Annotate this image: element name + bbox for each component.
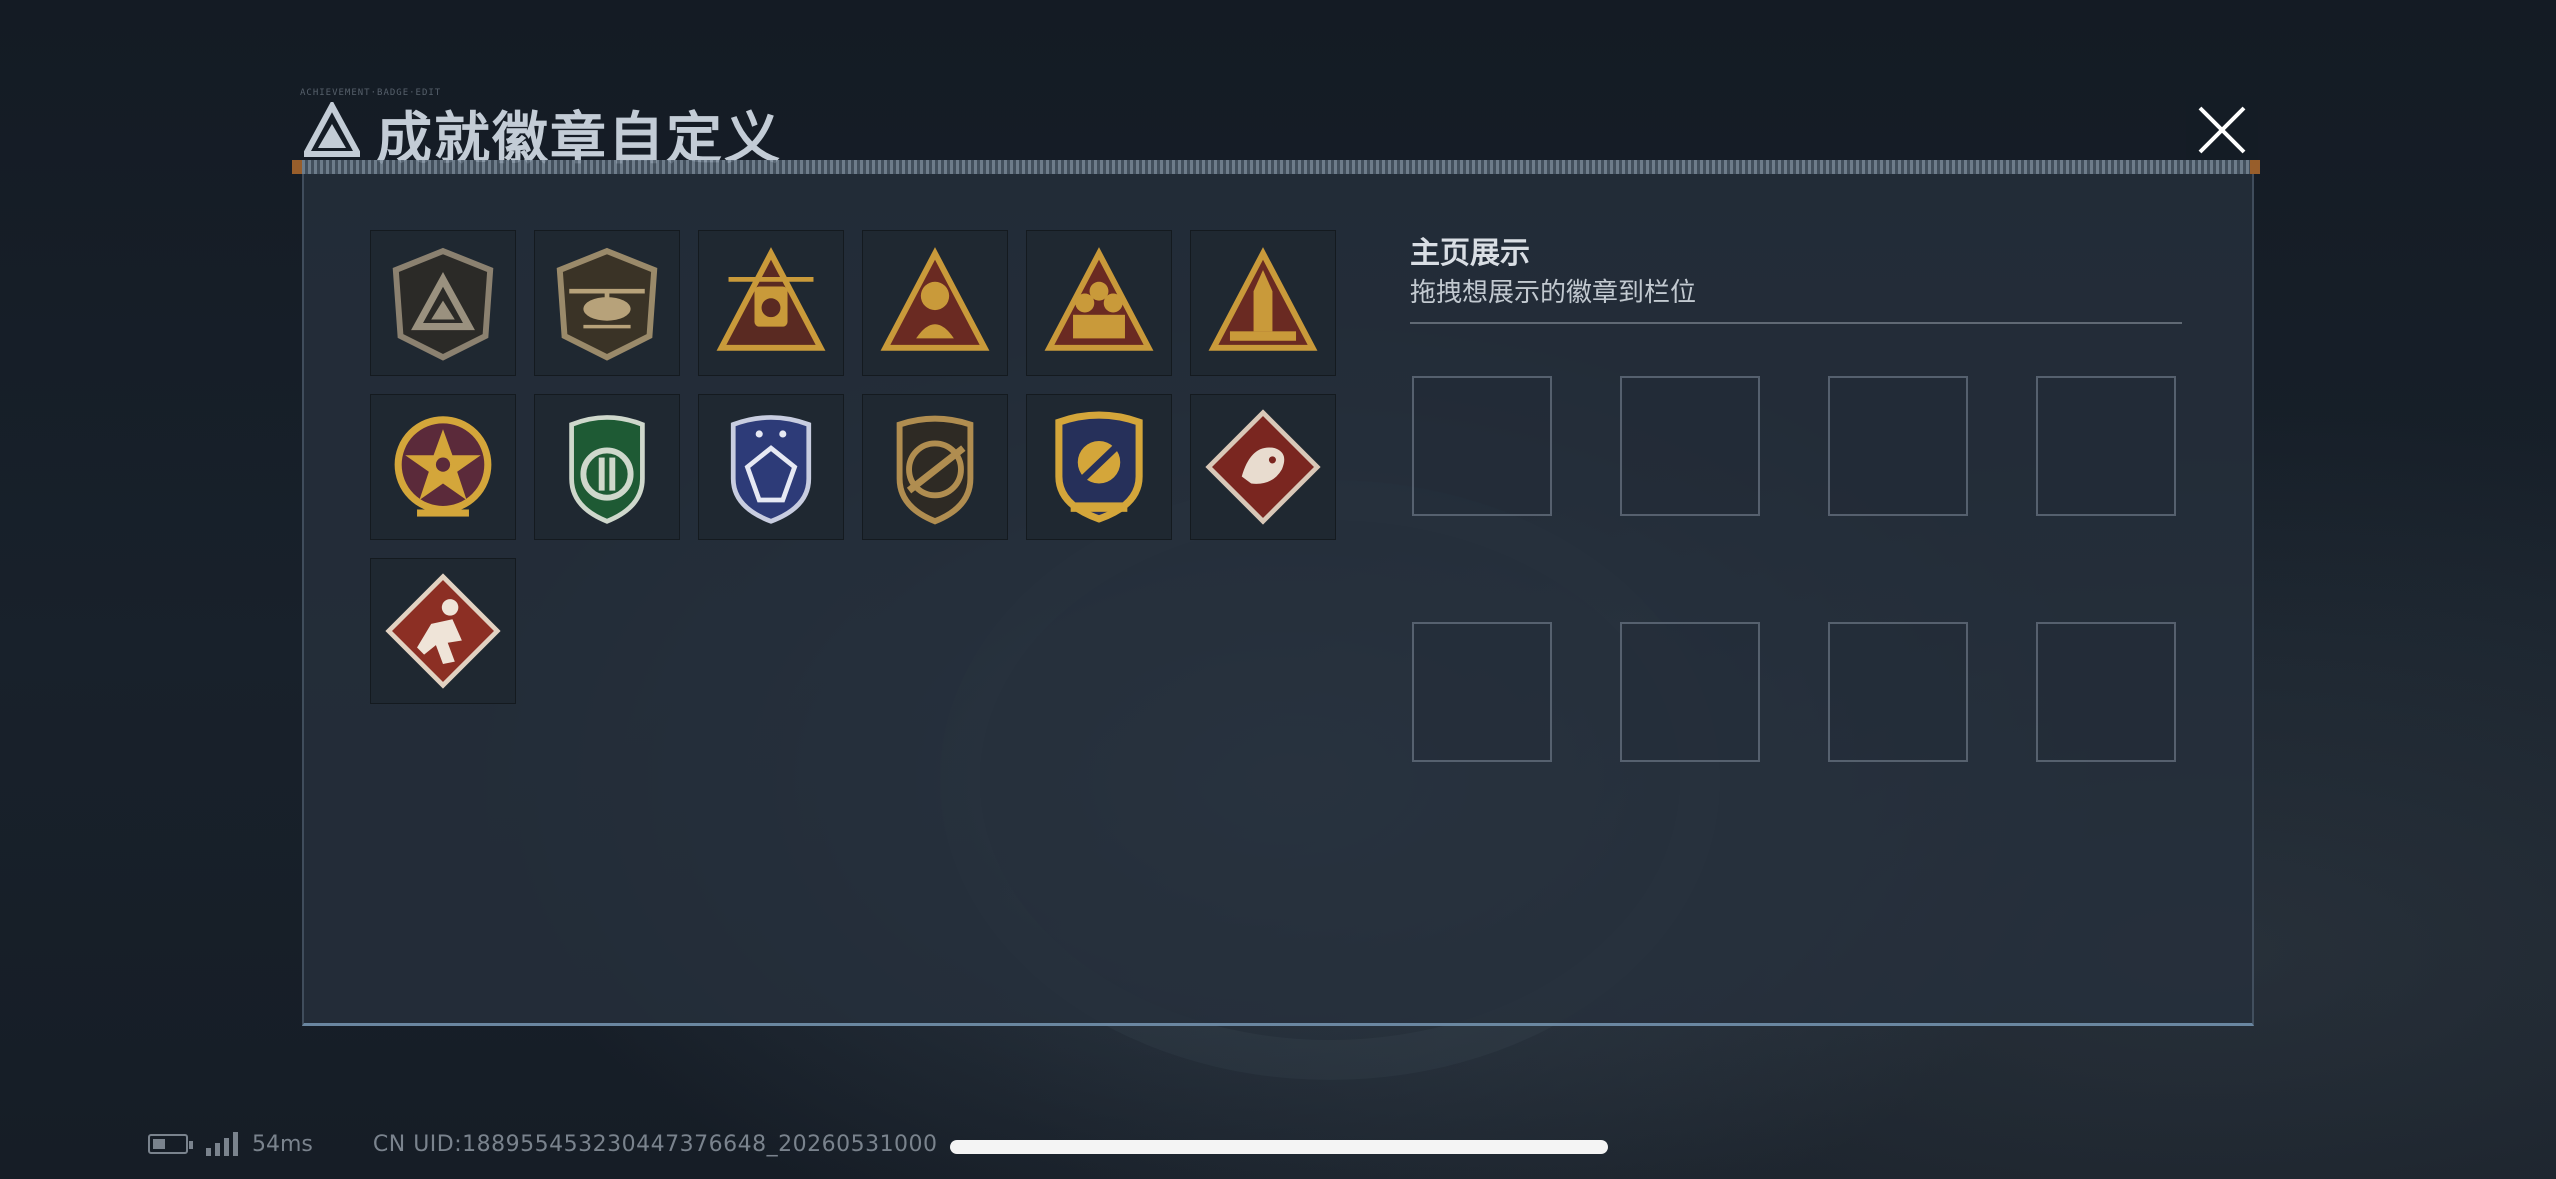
badge-customize-panel: 主页展示 拖拽想展示的徽章到栏位 (302, 174, 2254, 1026)
faction-triangle-badge-icon (392, 247, 494, 361)
showcase-slot-5[interactable] (1412, 622, 1552, 762)
close-icon (2198, 106, 2246, 154)
home-indicator[interactable] (950, 1140, 1608, 1154)
navy-crossed-badge-icon (1055, 411, 1143, 523)
badge-slot-1[interactable] (370, 230, 516, 376)
showcase-slot-3[interactable] (1828, 376, 1968, 516)
showcase-slot-1[interactable] (1412, 376, 1552, 516)
header-divider-bar (292, 160, 2260, 174)
showcase-slots (1412, 376, 2176, 762)
badge-slot-2[interactable] (534, 230, 680, 376)
badge-slot-12[interactable] (1190, 394, 1336, 540)
battery-icon (148, 1134, 193, 1154)
showcase-divider (1410, 322, 2182, 324)
header-bar-end-left (292, 160, 302, 174)
showcase-slot-6[interactable] (1620, 622, 1760, 762)
signal-icon (206, 1132, 238, 1156)
badge-slot-4[interactable] (862, 230, 1008, 376)
rifle-circle-badge-icon (896, 415, 974, 525)
star-compass-badge-icon (394, 416, 492, 517)
dialog-header: ACHIEVEMENT·BADGE·EDIT 成就徽章自定义 (298, 88, 2254, 172)
showcase-slot-8[interactable] (2036, 622, 2176, 762)
helicopter-badge-icon (556, 247, 658, 361)
close-button[interactable] (2186, 96, 2258, 164)
robot-59-badge-icon (716, 247, 826, 351)
badge-slot-9[interactable] (698, 394, 844, 540)
showcase-slot-7[interactable] (1828, 622, 1968, 762)
soldier-portrait-badge-icon (880, 247, 990, 351)
showcase-subtitle: 拖拽想展示的徽章到栏位 (1410, 278, 1697, 308)
status-bar: 54ms CN UID:1889554532304473766​48_20260… (148, 1128, 938, 1160)
badge-slot-11[interactable] (1026, 394, 1172, 540)
faction-logo-icon (304, 102, 360, 157)
header-bar-end-right (2250, 160, 2260, 174)
squad-badge-icon (1044, 247, 1154, 351)
badge-slot-3[interactable] (698, 230, 844, 376)
ping-value: 54ms (252, 1131, 313, 1157)
showcase-slot-4[interactable] (2036, 376, 2176, 516)
badge-slot-13[interactable] (370, 558, 516, 704)
green-shield-badge-icon (569, 415, 645, 524)
uid-text: CN UID:1889554532304473766​48_2026053100… (372, 1131, 938, 1157)
badge-slot-8[interactable] (534, 394, 680, 540)
dragon-badge-icon (1205, 409, 1321, 525)
blue-gem-badge-icon (730, 415, 812, 524)
badge-grid (370, 230, 1340, 704)
showcase-title: 主页展示 (1410, 236, 1530, 271)
badge-slot-6[interactable] (1190, 230, 1336, 376)
badge-slot-7[interactable] (370, 394, 516, 540)
missile-badge-icon (1208, 247, 1318, 351)
runner-badge-icon (385, 573, 501, 689)
badge-slot-10[interactable] (862, 394, 1008, 540)
showcase-slot-2[interactable] (1620, 376, 1760, 516)
badge-slot-5[interactable] (1026, 230, 1172, 376)
